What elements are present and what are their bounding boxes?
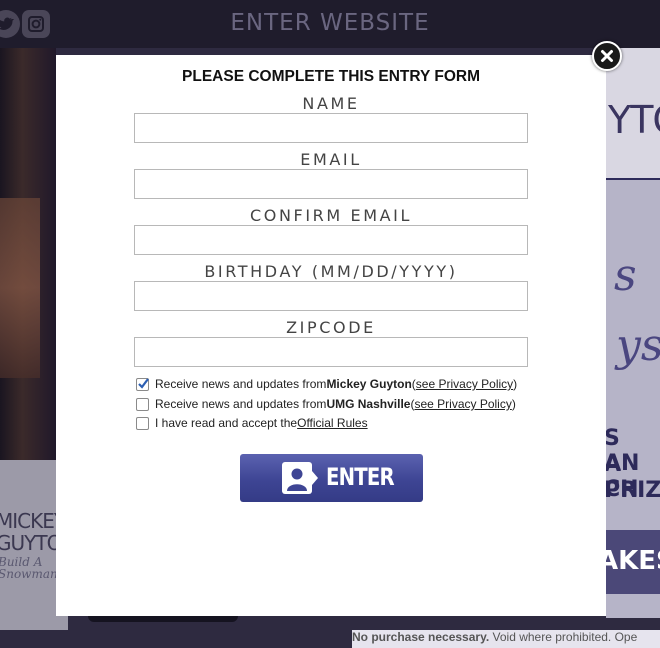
- promo-script-text: ys: [616, 320, 660, 371]
- promo-bold-text: PRIZ: [604, 478, 660, 503]
- sweepstakes-label: AKES: [598, 546, 660, 576]
- optin-label-row: Receive news and updates from UMG Nashvi…: [136, 396, 516, 412]
- optin-artist-text: Receive news and updates from: [155, 377, 327, 391]
- confirm-email-input[interactable]: [134, 225, 528, 255]
- email-input[interactable]: [134, 169, 528, 199]
- name-label: NAME: [302, 94, 360, 113]
- artist-photo: [0, 48, 56, 468]
- confirm-email-label: CONFIRM EMAIL: [250, 206, 412, 225]
- top-bar: ENTER WEBSITE: [0, 0, 660, 48]
- optin-label-checkbox[interactable]: [136, 397, 149, 411]
- zipcode-label: ZIPCODE: [286, 318, 376, 337]
- privacy-policy-link[interactable]: see Privacy Policy: [416, 377, 513, 391]
- name-input[interactable]: [134, 113, 528, 143]
- enter-website-link[interactable]: ENTER WEBSITE: [0, 10, 660, 36]
- footer-disclaimer: No purchase necessary. Void where prohib…: [352, 630, 660, 648]
- optin-artist-row: Receive news and updates from Mickey Guy…: [136, 376, 517, 392]
- promo-title-fragment: YTO: [608, 98, 660, 142]
- divider: [606, 178, 660, 180]
- birthday-input[interactable]: [134, 281, 528, 311]
- rules-text: I have read and accept the: [155, 416, 298, 430]
- email-label: EMAIL: [300, 150, 362, 169]
- enter-label: ENTER: [326, 463, 395, 491]
- optin-label-name: UMG Nashville: [326, 397, 411, 411]
- promo-script-text: s: [614, 250, 637, 301]
- close-icon: [601, 50, 613, 62]
- optin-artist-checkbox[interactable]: [136, 377, 149, 391]
- entry-form-modal: PLEASE COMPLETE THIS ENTRY FORM NAME EMA…: [56, 55, 606, 616]
- facebook-user-icon: [282, 462, 318, 494]
- checkmark-icon: [138, 377, 149, 389]
- optin-artist-name: Mickey Guyton: [326, 377, 412, 391]
- rules-checkbox[interactable]: [136, 416, 149, 430]
- official-rules-link[interactable]: Official Rules: [297, 416, 367, 430]
- album-subtitle: Build A Snowman: [0, 555, 58, 581]
- rules-row: I have read and accept the Official Rule…: [136, 415, 368, 431]
- form-title: PLEASE COMPLETE THIS ENTRY FORM: [182, 68, 480, 85]
- birthday-label: BIRTHDAY (MM/DD/YYYY): [204, 262, 458, 281]
- close-button[interactable]: [592, 41, 622, 71]
- optin-label-text: Receive news and updates from: [155, 397, 327, 411]
- enter-button[interactable]: ENTER: [240, 454, 423, 502]
- privacy-policy-link[interactable]: see Privacy Policy: [414, 397, 511, 411]
- zipcode-input[interactable]: [134, 337, 528, 367]
